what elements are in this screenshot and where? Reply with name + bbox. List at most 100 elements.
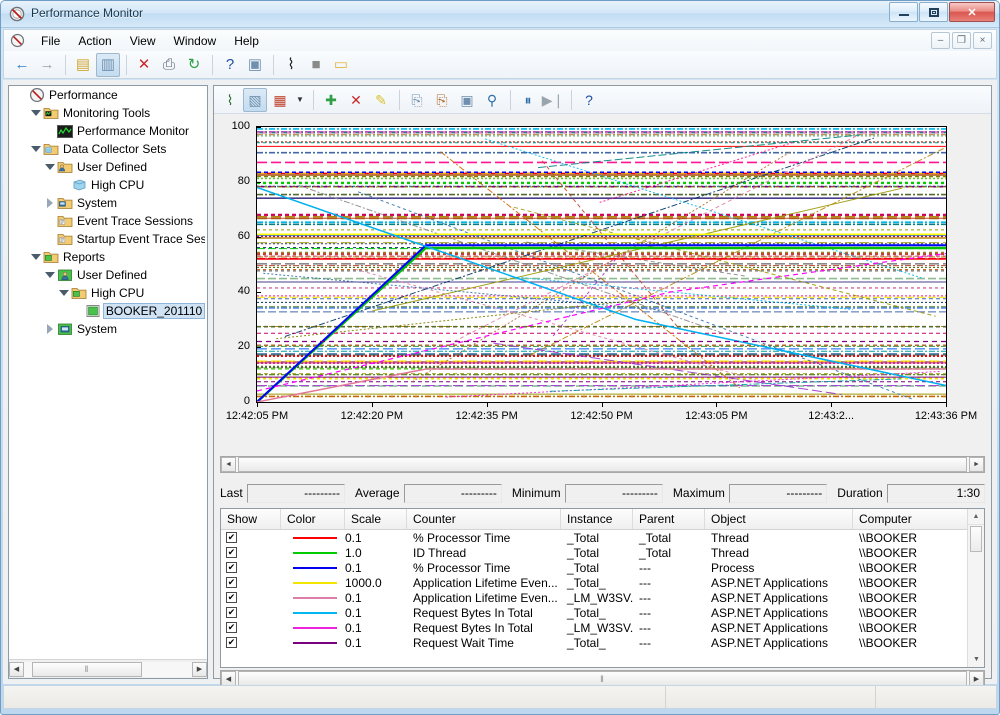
- mdi-minimize-button[interactable]: –: [931, 32, 950, 49]
- change-graph-type-icon[interactable]: ▦: [268, 88, 292, 112]
- minimize-button[interactable]: [889, 2, 918, 22]
- tree-item-booker-201110[interactable]: BOOKER_201110: [9, 302, 207, 320]
- column-header-object[interactable]: Object: [705, 509, 853, 529]
- counter-row[interactable]: ✔0.1Request Wait Time_Total_---ASP.NET A…: [221, 635, 984, 650]
- column-header-counter[interactable]: Counter: [407, 509, 561, 529]
- counter-list-scroll-left-arrow[interactable]: ◀: [221, 671, 236, 686]
- collapse-triangle-icon[interactable]: [29, 104, 42, 122]
- column-header-instance[interactable]: Instance: [561, 509, 633, 529]
- tree-horizontal-scrollbar[interactable]: ◀ ‖ ▶: [9, 659, 207, 678]
- menu-help[interactable]: Help: [225, 32, 268, 50]
- tree-item-startup-event-trace-ses[interactable]: Startup Event Trace Ses: [9, 230, 207, 248]
- show-checkbox[interactable]: ✔: [226, 577, 237, 588]
- menu-view[interactable]: View: [121, 32, 165, 50]
- back-icon[interactable]: ←: [10, 53, 34, 77]
- counter-row[interactable]: ✔0.1Request Bytes In Total_Total_---ASP.…: [221, 605, 984, 620]
- copy-properties-icon[interactable]: ⎘: [405, 88, 429, 112]
- help-icon[interactable]: ?: [577, 88, 601, 112]
- tree-item-high-cpu[interactable]: High CPU: [9, 176, 207, 194]
- counter-row[interactable]: ✔0.1% Processor Time_Total_TotalThread\\…: [221, 530, 984, 545]
- collapse-triangle-icon[interactable]: [29, 248, 42, 266]
- column-header-scale[interactable]: Scale: [345, 509, 407, 529]
- freeze-display-icon[interactable]: ⏸: [516, 88, 540, 112]
- show-properties-icon[interactable]: ▣: [243, 53, 267, 77]
- collapse-triangle-icon[interactable]: [57, 284, 70, 302]
- counter-list-vertical-scrollbar[interactable]: ▲ ▼: [967, 509, 984, 667]
- delete-icon[interactable]: ✕: [132, 53, 156, 77]
- tree-item-user-defined[interactable]: User Defined: [9, 266, 207, 284]
- collapse-triangle-icon[interactable]: [43, 158, 56, 176]
- tree-item-performance[interactable]: Performance: [9, 86, 207, 104]
- show-hide-console-tree-icon[interactable]: ▤: [71, 53, 95, 77]
- show-checkbox[interactable]: ✔: [226, 532, 237, 543]
- chart-scroll-left-arrow[interactable]: ◄: [221, 457, 236, 472]
- help-icon[interactable]: ?: [218, 53, 242, 77]
- chart-scroll-track[interactable]: [236, 457, 969, 472]
- show-checkbox[interactable]: ✔: [226, 637, 237, 648]
- tree-scroll-right-arrow[interactable]: ▶: [192, 662, 207, 677]
- add-counter-icon[interactable]: ✚: [319, 88, 343, 112]
- stop-icon[interactable]: ■: [304, 53, 328, 77]
- chart-scroll-thumb[interactable]: [238, 457, 967, 472]
- properties-icon[interactable]: ▣: [455, 88, 479, 112]
- chart-scroll-right-arrow[interactable]: ►: [969, 457, 984, 472]
- mdi-restore-button[interactable]: ❐: [952, 32, 971, 49]
- print-icon[interactable]: ⎙: [157, 53, 181, 77]
- column-header-color[interactable]: Color: [281, 509, 345, 529]
- counter-list-scroll-down-arrow[interactable]: ▼: [968, 651, 985, 667]
- counter-list-scroll-up-arrow[interactable]: ▲: [968, 509, 984, 525]
- column-header-show[interactable]: Show: [221, 509, 281, 529]
- refresh-icon[interactable]: ↻: [182, 53, 206, 77]
- show-checkbox[interactable]: ✔: [226, 562, 237, 573]
- show-hide-action-pane-icon[interactable]: ▥: [96, 53, 120, 77]
- delete-counter-icon[interactable]: ✕: [344, 88, 368, 112]
- counter-row[interactable]: ✔0.1Application Lifetime Even..._LM_W3SV…: [221, 590, 984, 605]
- chart-horizontal-scrollbar[interactable]: ◄ ►: [220, 456, 985, 473]
- close-button[interactable]: ✕: [949, 2, 995, 22]
- show-checkbox[interactable]: ✔: [226, 592, 237, 603]
- tree-item-monitoring-tools[interactable]: Monitoring Tools: [9, 104, 207, 122]
- show-checkbox[interactable]: ✔: [226, 547, 237, 558]
- counter-list-scroll-track[interactable]: ‖: [236, 671, 969, 686]
- collapse-triangle-icon[interactable]: [43, 266, 56, 284]
- expand-triangle-icon[interactable]: [43, 194, 56, 212]
- tree-item-high-cpu[interactable]: High CPU: [9, 284, 207, 302]
- counter-row[interactable]: ✔1000.0Application Lifetime Even..._Tota…: [221, 575, 984, 590]
- mdi-close-button[interactable]: ×: [973, 32, 992, 49]
- counter-row[interactable]: ✔1.0ID Thread_Total_TotalThread\\BOOKER: [221, 545, 984, 560]
- column-header-parent[interactable]: Parent: [633, 509, 705, 529]
- tree-item-event-trace-sessions[interactable]: Event Trace Sessions: [9, 212, 207, 230]
- menu-file[interactable]: File: [32, 32, 69, 50]
- show-checkbox[interactable]: ✔: [226, 607, 237, 618]
- expand-triangle-icon[interactable]: [43, 320, 56, 338]
- counter-list-scroll-thumb-h[interactable]: ‖: [238, 671, 967, 686]
- menu-window[interactable]: Window: [165, 32, 226, 50]
- column-header-computer[interactable]: Computer: [853, 509, 968, 529]
- tree-item-reports[interactable]: Reports: [9, 248, 207, 266]
- forward-icon[interactable]: →: [35, 53, 59, 77]
- highlight-icon[interactable]: ✎: [369, 88, 393, 112]
- view-line-graph-icon[interactable]: ⌇: [218, 88, 242, 112]
- tree-scroll-track[interactable]: ‖: [24, 662, 192, 677]
- tree-item-system[interactable]: System: [9, 194, 207, 212]
- tree-scroll-thumb[interactable]: ‖: [32, 662, 142, 677]
- tree-item-data-collector-sets[interactable]: Data Collector Sets: [9, 140, 207, 158]
- tree-item-performance-monitor[interactable]: Performance Monitor: [9, 122, 207, 140]
- update-data-icon[interactable]: ▶❘: [541, 88, 565, 112]
- tree-item-user-defined[interactable]: User Defined: [9, 158, 207, 176]
- counter-list-scroll-thumb[interactable]: [970, 526, 982, 552]
- counter-row[interactable]: ✔0.1Request Bytes In Total_LM_W3SV...---…: [221, 620, 984, 635]
- performance-monitor-icon[interactable]: ⌇: [279, 53, 303, 77]
- tree-scroll-left-arrow[interactable]: ◀: [9, 662, 24, 677]
- menu-action[interactable]: Action: [69, 32, 120, 50]
- zoom-icon[interactable]: ⚲: [480, 88, 504, 112]
- view-current-activity-icon[interactable]: ▧: [243, 88, 267, 112]
- new-folder-icon[interactable]: ▭: [329, 53, 353, 77]
- show-checkbox[interactable]: ✔: [226, 622, 237, 633]
- maximize-button[interactable]: [919, 2, 948, 22]
- counter-row[interactable]: ✔0.1% Processor Time_Total---Process\\BO…: [221, 560, 984, 575]
- tree-item-system[interactable]: System: [9, 320, 207, 338]
- chart-plot[interactable]: [256, 126, 947, 403]
- collapse-triangle-icon[interactable]: [29, 140, 42, 158]
- chevron-down-icon[interactable]: ▼: [293, 88, 307, 112]
